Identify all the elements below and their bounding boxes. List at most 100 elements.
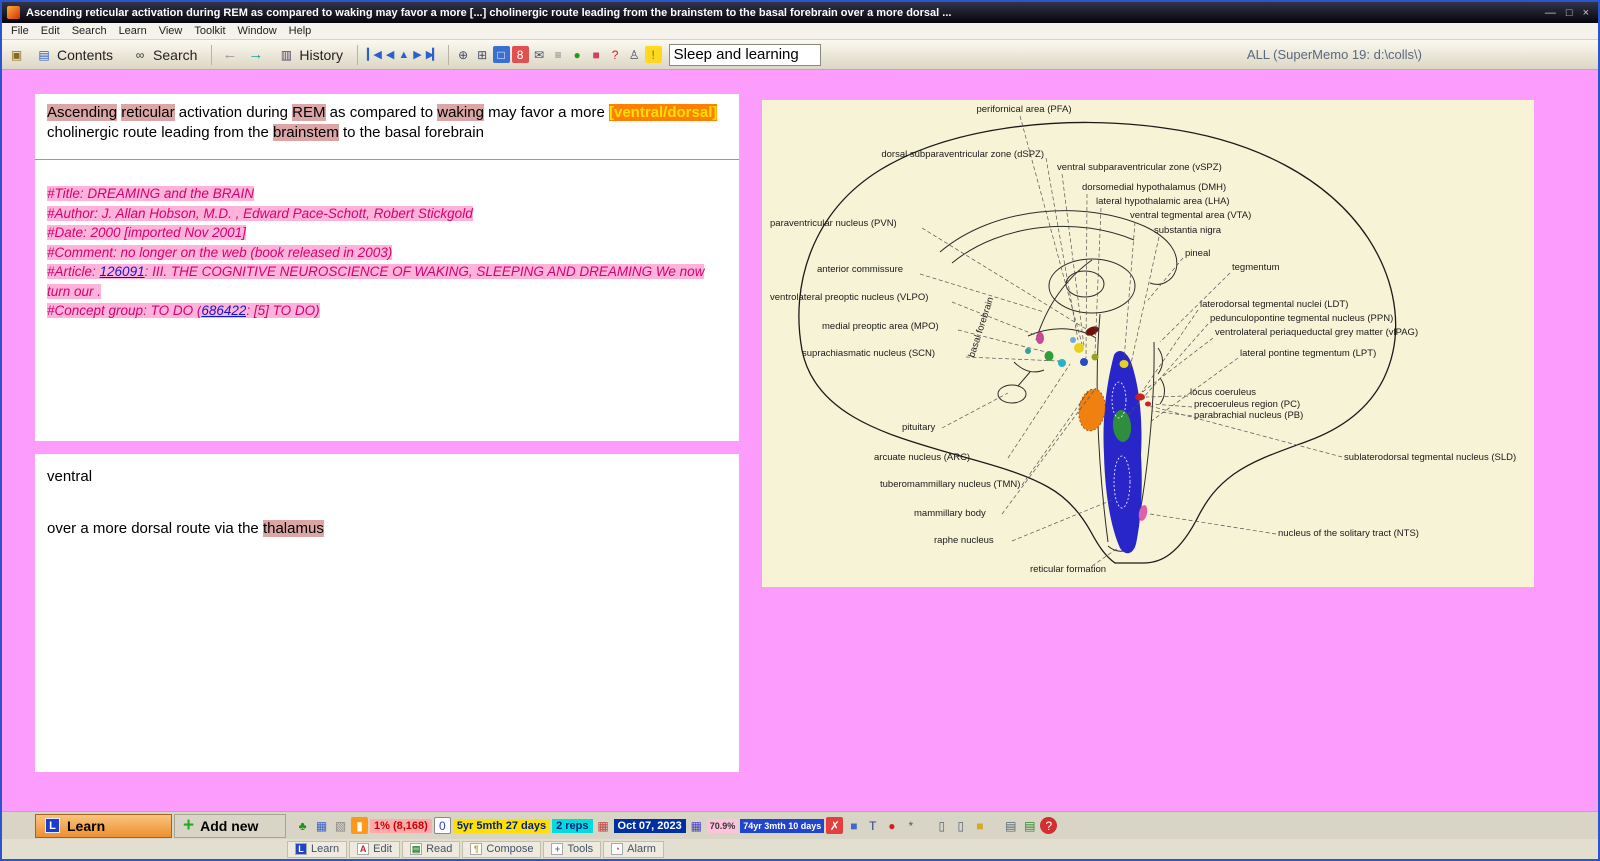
open-collection-icon[interactable]: ▣ xyxy=(8,46,25,63)
parent-element-icon[interactable]: ▲ xyxy=(395,47,410,63)
notes-icon[interactable]: ≡ xyxy=(550,46,567,63)
menu-search[interactable]: Search xyxy=(66,24,113,38)
question-segment: activation during xyxy=(175,104,293,121)
pfa-dot xyxy=(1074,343,1084,353)
screen-icon[interactable]: □ xyxy=(493,46,510,63)
diagram-label: perifornical area (PFA) xyxy=(976,104,1071,115)
small-blue-dot xyxy=(1070,337,1076,343)
record-icon[interactable]: ● xyxy=(883,817,900,834)
contents-button[interactable]: ▤ Contents xyxy=(28,44,121,66)
menu-toolkit[interactable]: Toolkit xyxy=(188,24,231,38)
add-new-button[interactable]: + Add new xyxy=(174,814,286,838)
last-element-icon[interactable]: ▶▎ xyxy=(423,46,442,63)
tmn-orange-region xyxy=(1076,387,1108,432)
palette-icon[interactable]: ■ xyxy=(588,46,605,63)
diagram-label: tegmentum xyxy=(1232,262,1280,273)
diagram-label: nucleus of the solitary tract (NTS) xyxy=(1278,528,1419,539)
dismiss-icon[interactable]: ✗ xyxy=(826,817,843,834)
extract-highlight: thalamus xyxy=(263,520,324,537)
colliculus-superior xyxy=(1158,348,1163,374)
diagram-label: substantia nigra xyxy=(1154,225,1222,236)
menu-view[interactable]: View xyxy=(153,24,189,38)
knowledge-tree-icon[interactable]: ♣ xyxy=(294,817,311,834)
tip-icon[interactable]: ! xyxy=(645,46,662,63)
menu-file[interactable]: File xyxy=(5,24,35,38)
reference-link[interactable]: 126091 xyxy=(100,264,145,279)
first-element-icon[interactable]: ▎◀ xyxy=(364,46,383,63)
new-doc-icon[interactable]: ▯ xyxy=(933,817,950,834)
diagram-label: tuberomammillary nucleus (TMN) xyxy=(880,479,1020,490)
menu-window[interactable]: Window xyxy=(232,24,283,38)
search-button[interactable]: ∞ Search xyxy=(124,44,205,66)
question-divider xyxy=(35,159,739,160)
gear-icon[interactable]: * xyxy=(902,817,919,834)
menu-edit[interactable]: Edit xyxy=(35,24,66,38)
export-icon[interactable]: ▤ xyxy=(1002,817,1019,834)
history-icon: ▥ xyxy=(278,47,294,63)
maximize-button[interactable]: □ xyxy=(1566,7,1573,19)
menu-help[interactable]: Help xyxy=(283,24,318,38)
previous-element-icon[interactable]: ◀ xyxy=(383,46,395,63)
corpus-callosum-inner xyxy=(952,226,1134,263)
app-icon xyxy=(7,6,20,19)
extract-highlight: reticular xyxy=(121,104,174,121)
minimize-button[interactable]: — xyxy=(1545,7,1556,19)
template-icon[interactable]: ▧ xyxy=(332,817,349,834)
menu-learn[interactable]: Learn xyxy=(113,24,153,38)
mail-icon[interactable]: ✉ xyxy=(531,46,548,63)
reference-text: #Concept group: TO DO ( xyxy=(47,303,201,318)
view-grid-icon[interactable]: ⊞ xyxy=(474,46,491,63)
learn-button[interactable]: L Learn xyxy=(35,814,172,838)
tab-tools[interactable]: +Tools xyxy=(543,841,601,858)
calendar-alt-icon[interactable]: ▦ xyxy=(688,817,705,834)
help-red-icon[interactable]: ? xyxy=(1040,817,1057,834)
tab-edit[interactable]: AEdit xyxy=(349,841,400,858)
status-items: ♣▦▧▮1% (8,168)05yr 5mth 27 days2 reps▦Oc… xyxy=(294,817,1057,834)
volume-icon[interactable]: 8 xyxy=(512,46,529,63)
tab-learn[interactable]: LLearn xyxy=(287,841,347,858)
sync-icon[interactable]: ● xyxy=(569,46,586,63)
element-title-field[interactable]: Sleep and learning xyxy=(669,44,821,66)
next-repetition-badge: Oct 07, 2023 xyxy=(614,819,686,833)
leader-line xyxy=(922,228,1086,329)
element-window: Ascending reticular activation during RE… xyxy=(2,70,1598,811)
help-icon[interactable]: ? xyxy=(607,46,624,63)
diagram-label: parabrachial nucleus (PB) xyxy=(1194,410,1303,421)
contents-label: Contents xyxy=(57,47,113,63)
diagram-label: laterodorsal tegmental nuclei (LDT) xyxy=(1200,299,1348,310)
reference-line: #Author: J. Allan Hobson, M.D. , Edward … xyxy=(47,204,727,224)
zoom-icon[interactable]: ⊕ xyxy=(455,46,472,63)
tab-read[interactable]: ▤Read xyxy=(402,841,460,858)
book-icon[interactable]: ▤ xyxy=(1021,817,1038,834)
tab-compose[interactable]: ¶Compose xyxy=(462,841,541,858)
user-icon[interactable]: ♙ xyxy=(626,46,643,63)
next-element-icon[interactable]: ▶ xyxy=(410,46,422,63)
reference-link[interactable]: 686422 xyxy=(201,303,246,318)
priority-icon[interactable]: ▮ xyxy=(351,817,368,834)
extract-highlight: Ascending xyxy=(47,104,117,121)
gallery-icon[interactable]: ▦ xyxy=(313,817,330,834)
window-icon[interactable]: ■ xyxy=(845,817,862,834)
text-icon[interactable]: T xyxy=(864,817,881,834)
element-title-text: Sleep and learning xyxy=(674,46,799,63)
contents-icon: ▤ xyxy=(36,47,52,63)
close-button[interactable]: × xyxy=(1583,7,1589,19)
window-title: Ascending reticular activation during RE… xyxy=(26,7,1539,19)
tools-tab-icon: + xyxy=(551,843,563,855)
priority-badge: 1% (8,168) xyxy=(370,819,432,833)
reference-text: #Title: DREAMING and the BRAIN xyxy=(47,186,254,201)
diagram-label: reticular formation xyxy=(1030,564,1106,575)
interval-icon[interactable]: 0 xyxy=(434,817,451,834)
folder-icon[interactable]: ■ xyxy=(971,817,988,834)
question-segment: may favor a more xyxy=(484,104,609,121)
history-button[interactable]: ▥ History xyxy=(270,44,351,66)
compose-tab-icon: ¶ xyxy=(470,843,482,855)
tab-label: Alarm xyxy=(627,843,656,855)
read-tab-icon: ▤ xyxy=(410,843,422,855)
forward-icon[interactable]: → xyxy=(244,46,267,63)
copy-doc-icon[interactable]: ▯ xyxy=(952,817,969,834)
calendar-icon[interactable]: ▦ xyxy=(595,817,612,834)
back-icon[interactable]: ← xyxy=(218,46,241,63)
leader-line xyxy=(1142,310,1198,392)
tab-alarm[interactable]: ◔Alarm xyxy=(603,841,664,858)
